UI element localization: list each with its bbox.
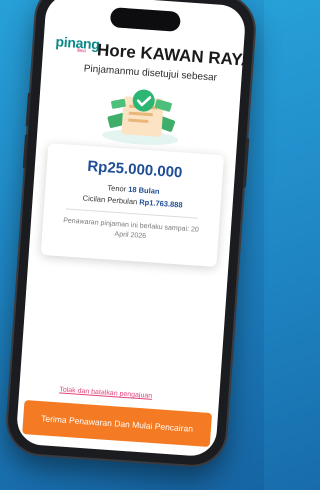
- brand-logo: pinang flexi: [55, 33, 100, 55]
- phone-frame: pinang flexi Hore KAWAN RAYA! Pinjamanmu…: [5, 0, 257, 468]
- tenor-label: Tenor: [107, 183, 127, 194]
- tenor-value: 18 Bulan: [127, 184, 160, 196]
- phone-volume-button: [25, 92, 31, 127]
- phone-volume-button: [22, 134, 29, 169]
- approved-document-money-icon: [102, 89, 179, 145]
- app-screen: pinang flexi Hore KAWAN RAYA! Pinjamanmu…: [15, 0, 247, 458]
- reject-application-link[interactable]: Tolak dan batalkan pengajuan: [59, 386, 152, 399]
- offer-validity-note: Penawaran pinjaman ini berlaku sampai: 2…: [62, 217, 199, 241]
- accept-offer-button[interactable]: Terima Penawaran Dan Mulai Pencairan: [22, 399, 213, 448]
- loan-offer-card: Rp25.000.000 Tenor 18 Bulan Cicilan Perb…: [40, 143, 225, 268]
- installment-label: Cicilan Perbulan: [82, 193, 138, 207]
- dynamic-island: [109, 7, 181, 32]
- phone-side-button: [242, 137, 250, 188]
- installment-value: Rp1.763.888: [138, 197, 183, 210]
